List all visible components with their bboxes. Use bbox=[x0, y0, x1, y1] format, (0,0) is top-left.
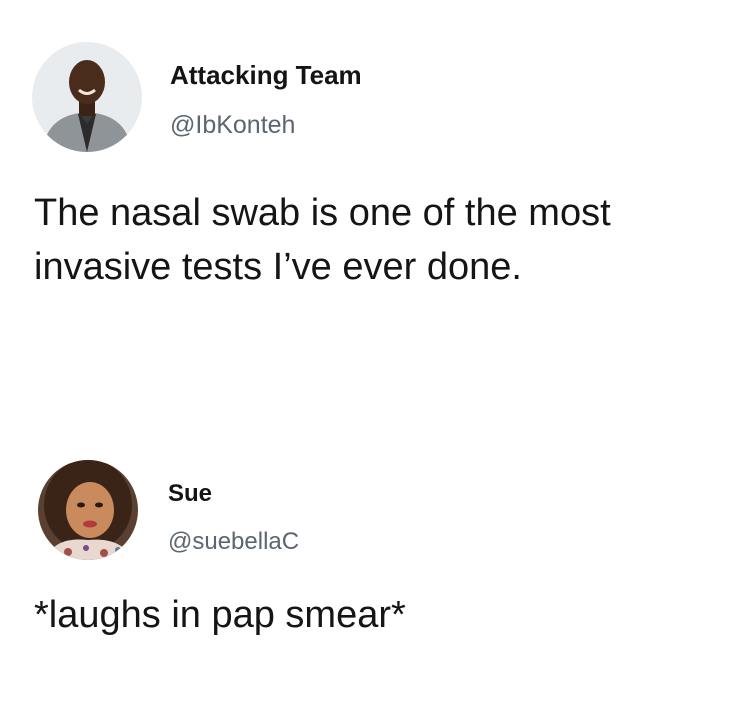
tweet-text: The nasal swab is one of the most invasi… bbox=[34, 186, 611, 294]
avatar-photo-woman-icon bbox=[38, 460, 138, 560]
avatar[interactable] bbox=[32, 42, 142, 152]
display-name[interactable]: Sue bbox=[168, 480, 212, 508]
tweet-text-line: The nasal swab is one of the most bbox=[34, 192, 611, 234]
tweet-text: *laughs in pap smear* bbox=[34, 588, 406, 642]
tweet-text-line: invasive tests I’ve ever done. bbox=[34, 246, 522, 288]
display-name[interactable]: Attacking Team bbox=[170, 60, 362, 91]
user-handle[interactable]: @IbKonteh bbox=[170, 111, 295, 140]
avatar-photo-man-icon bbox=[32, 42, 142, 152]
avatar[interactable] bbox=[38, 460, 138, 560]
tweet-text-line: *laughs in pap smear* bbox=[34, 594, 406, 636]
tweet-sue: Sue @suebellaC *laughs in pap smear* bbox=[0, 440, 750, 711]
tweet-attacking-team: Attacking Team @IbKonteh The nasal swab … bbox=[0, 0, 750, 400]
user-handle[interactable]: @suebellaC bbox=[168, 528, 299, 556]
